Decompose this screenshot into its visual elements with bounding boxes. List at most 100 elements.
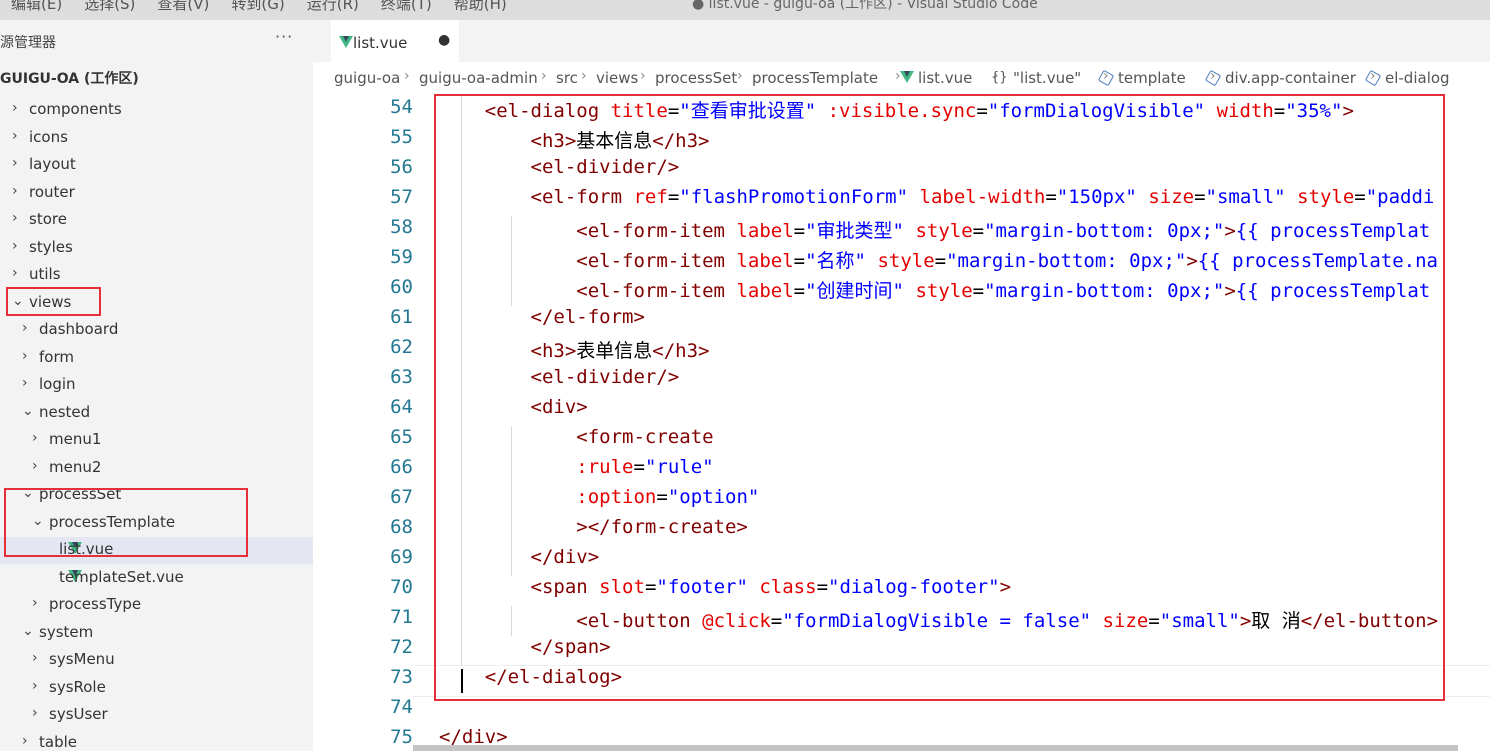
braces-icon: {} xyxy=(991,70,1008,85)
tree-item-dashboard[interactable]: › dashboard xyxy=(0,317,313,344)
more-actions-icon[interactable]: ··· xyxy=(275,27,293,46)
cube-icon xyxy=(1204,69,1222,87)
tree-item-label: router xyxy=(29,182,75,201)
tree-item-label: store xyxy=(29,210,67,228)
tree-item-menu2[interactable]: › menu2 xyxy=(0,455,313,482)
line-number: 75 xyxy=(390,726,413,748)
tree-item-sysuser[interactable]: › sysUser xyxy=(0,702,313,729)
tree-item-label: templateSet.vue xyxy=(59,567,184,586)
breadcrumb-item[interactable]: guigu-oa-admin xyxy=(419,69,538,87)
tree-item-router[interactable]: › router xyxy=(0,180,313,207)
vue-file-icon xyxy=(900,71,914,83)
chevron-right-icon: › xyxy=(32,677,38,694)
line-number: 67 xyxy=(390,486,413,508)
breadcrumb-item[interactable]: list.vue xyxy=(918,69,972,87)
tree-item-login[interactable]: › login xyxy=(0,372,313,399)
menu-item[interactable]: 选择(S) xyxy=(73,0,146,14)
tree-item-icons[interactable]: › icons xyxy=(0,125,313,152)
tree-item-label: nested xyxy=(39,402,91,421)
tree-item-table[interactable]: › table xyxy=(0,730,313,751)
menu-item[interactable]: 编辑(E) xyxy=(0,0,73,14)
chevron-down-icon: ⌄ xyxy=(22,402,34,419)
breadcrumb-item[interactable]: el-dialog xyxy=(1385,69,1450,87)
tree-item-form[interactable]: › form xyxy=(0,345,313,372)
tree-item-utils[interactable]: › utils xyxy=(0,262,313,289)
menu-item[interactable]: 转到(G) xyxy=(220,0,295,14)
tree-item-label: dashboard xyxy=(39,320,119,338)
cube-icon xyxy=(1097,69,1115,87)
tree-item-label: processType xyxy=(49,595,142,613)
tree-item-label: menu1 xyxy=(49,430,102,448)
tab-list-vue[interactable]: list.vue ● xyxy=(331,20,459,62)
breadcrumb-item[interactable]: div.app-container xyxy=(1225,69,1356,87)
line-number: 60 xyxy=(390,276,413,298)
chevron-right-icon: › xyxy=(12,155,18,171)
chevron-right-icon: › xyxy=(22,320,28,336)
line-number: 58 xyxy=(390,216,413,238)
tree-item-sysmenu[interactable]: › sysMenu xyxy=(0,647,313,674)
line-number: 55 xyxy=(390,126,413,148)
tree-item-label: components xyxy=(29,100,122,118)
line-number: 56 xyxy=(390,156,413,178)
menu-item[interactable]: 查看(V) xyxy=(146,0,220,14)
breadcrumb-item[interactable]: template xyxy=(1118,69,1186,87)
tree-item-styles[interactable]: › styles xyxy=(0,235,313,262)
chevron-right-icon: › xyxy=(32,595,38,611)
line-number: 70 xyxy=(390,576,413,598)
line-number: 73 xyxy=(390,666,413,688)
tree-item-sysrole[interactable]: › sysRole xyxy=(0,675,313,702)
chevron-right-icon: › xyxy=(737,68,743,84)
chevron-right-icon: › xyxy=(581,68,587,84)
chevron-right-icon: › xyxy=(12,182,18,199)
tree-item-layout[interactable]: › layout xyxy=(0,152,313,179)
annotation-box-dialog-code xyxy=(434,94,1445,701)
breadcrumb-item[interactable]: guigu-oa xyxy=(334,69,400,87)
chevron-right-icon: › xyxy=(404,68,410,84)
tree-item-menu1[interactable]: › menu1 xyxy=(0,427,313,454)
tree-item-system[interactable]: ⌄ system xyxy=(0,620,313,647)
breadcrumb-item[interactable]: processSet xyxy=(655,69,737,87)
breadcrumb-item[interactable]: src xyxy=(556,69,578,87)
line-number: 71 xyxy=(390,606,413,628)
chevron-right-icon: › xyxy=(12,265,18,281)
line-number: 59 xyxy=(390,246,413,268)
tree-item-templateset-vue[interactable]: templateSet.vue xyxy=(0,565,313,592)
menu-item[interactable]: 运行(R) xyxy=(296,0,370,14)
tree-item-label: login xyxy=(39,375,76,393)
code-token: </div> xyxy=(439,726,508,748)
line-number: 64 xyxy=(390,396,413,418)
horizontal-scrollbar[interactable] xyxy=(413,745,1458,751)
menu-item[interactable]: 帮助(H) xyxy=(443,0,518,14)
line-number: 57 xyxy=(390,186,413,208)
line-number: 61 xyxy=(390,306,413,328)
tree-item-store[interactable]: › store xyxy=(0,207,313,234)
workspace-title[interactable]: GUIGU-OA (工作区) xyxy=(0,68,139,88)
annotation-box-views xyxy=(6,287,101,316)
line-number: 54 xyxy=(390,96,413,118)
tree-item-processtype[interactable]: › processType xyxy=(0,592,313,619)
chevron-right-icon: › xyxy=(12,127,18,144)
chevron-right-icon: › xyxy=(541,68,547,84)
breadcrumb-item[interactable]: views xyxy=(596,69,638,87)
menu-item[interactable]: 终端(T) xyxy=(370,0,443,14)
chevron-right-icon: › xyxy=(12,237,18,254)
chevron-right-icon: › xyxy=(32,650,38,666)
line-number: 62 xyxy=(390,336,413,358)
chevron-right-icon: › xyxy=(32,457,38,474)
tree-item-label: utils xyxy=(29,265,61,283)
line-number: 68 xyxy=(390,516,413,538)
line-number: 65 xyxy=(390,426,413,448)
vue-file-icon xyxy=(339,36,353,48)
code-line: </div> xyxy=(439,726,508,748)
window-title: ● list.vue - guigu-oa (工作区) - Visual Stu… xyxy=(692,0,1038,12)
tree-item-label: menu2 xyxy=(49,457,102,476)
cube-icon xyxy=(1364,69,1382,87)
tree-item-components[interactable]: › components xyxy=(0,97,313,124)
chevron-right-icon: › xyxy=(22,347,28,364)
unsaved-dot-icon[interactable]: ● xyxy=(438,32,450,48)
breadcrumb-item[interactable]: "list.vue" xyxy=(1013,69,1081,87)
chevron-right-icon: › xyxy=(12,100,18,116)
breadcrumb: guigu-oa guigu-oa-admin src views processSet… xyxy=(313,62,1490,94)
tree-item-nested[interactable]: ⌄ nested xyxy=(0,400,313,427)
breadcrumb-item[interactable]: processTemplate xyxy=(752,69,878,87)
